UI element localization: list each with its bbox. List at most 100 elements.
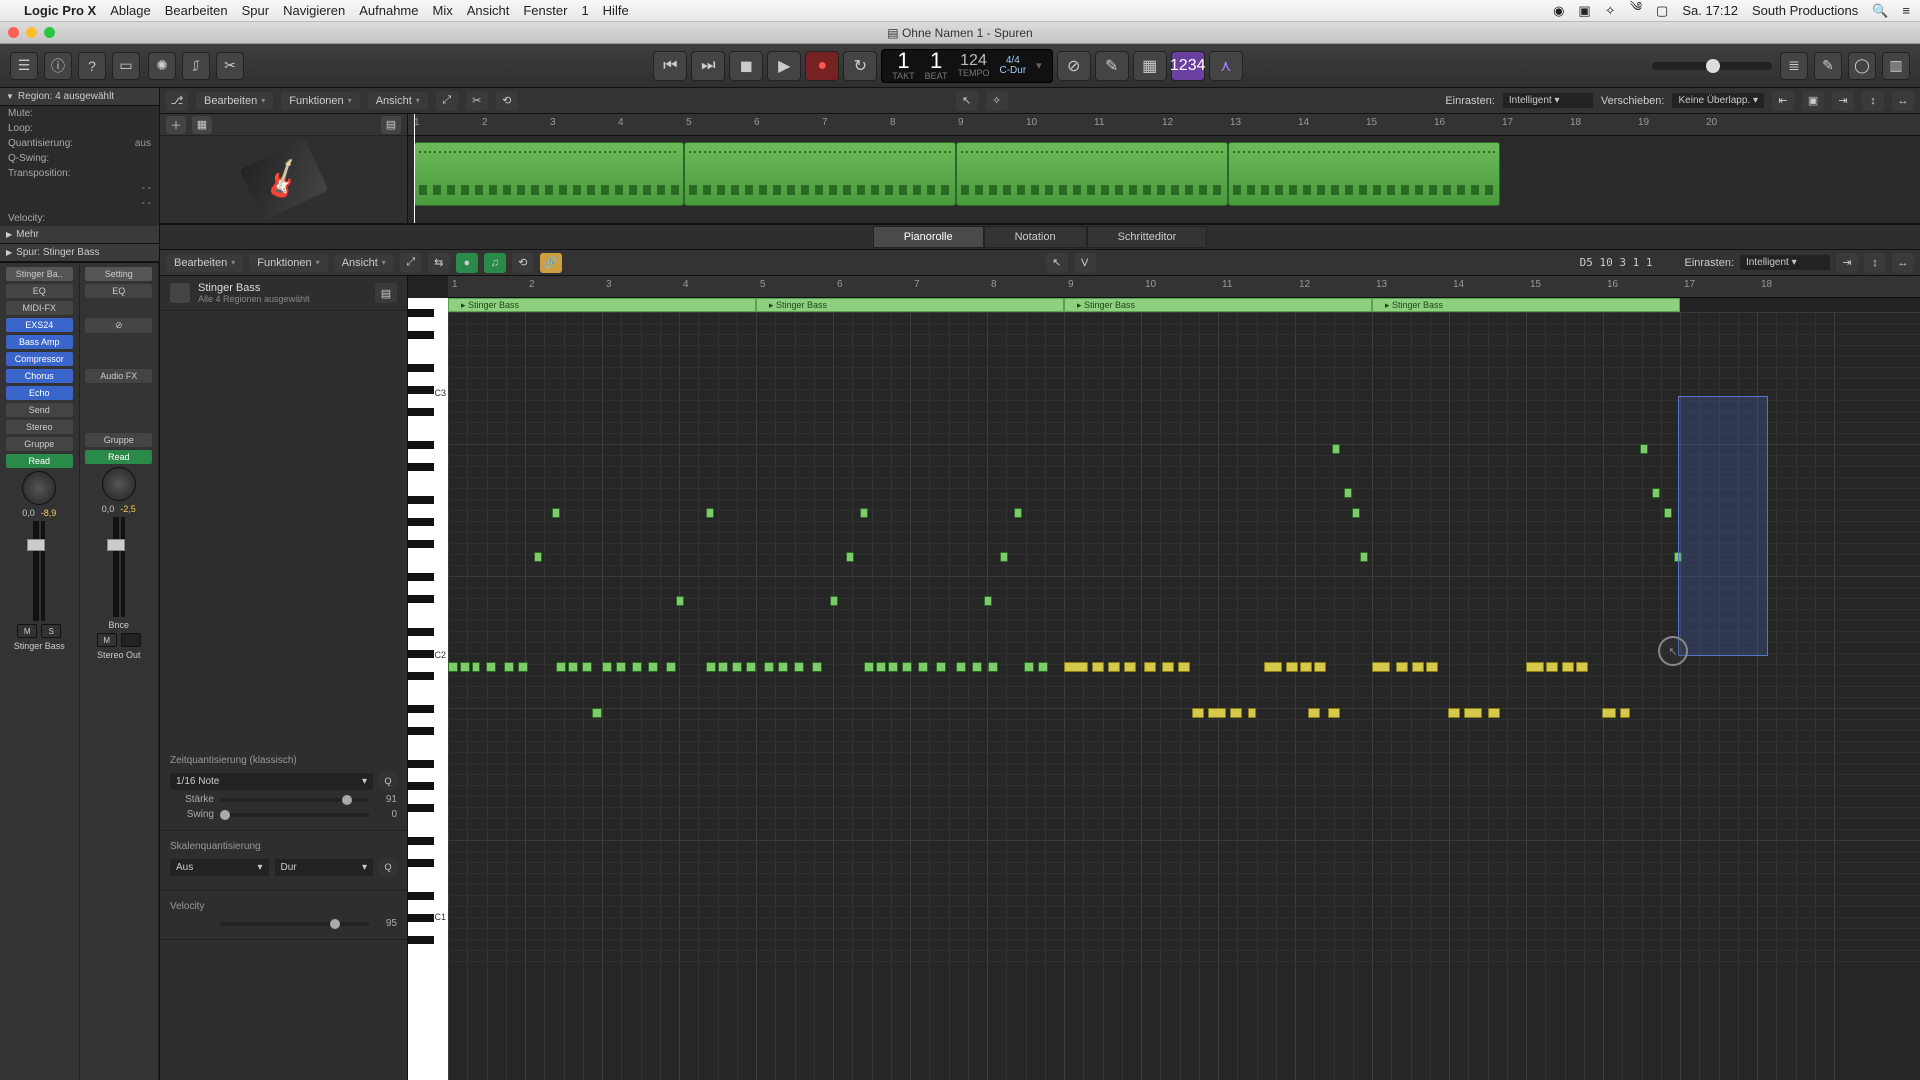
pr-link-button[interactable]: 🔗 xyxy=(540,253,562,273)
midi-note[interactable] xyxy=(1652,488,1660,498)
midi-note[interactable] xyxy=(732,662,742,672)
ch-group[interactable]: Gruppe xyxy=(6,437,73,451)
spotlight-icon[interactable]: 🔍 xyxy=(1872,3,1888,19)
midi-note[interactable] xyxy=(936,662,946,672)
menu-ablage[interactable]: Ablage xyxy=(110,3,150,18)
pr-btn-a[interactable]: ⇥ xyxy=(1836,253,1858,273)
midi-note[interactable] xyxy=(1038,662,1048,672)
menu-ansicht[interactable]: Ansicht xyxy=(467,3,510,18)
app-menu[interactable]: Logic Pro X xyxy=(24,3,96,18)
pianoroll-grid[interactable]: C3C2C1 123456789101112131415161718 ▸ Sti… xyxy=(408,276,1920,1080)
midi-note[interactable] xyxy=(864,662,874,672)
midi-note[interactable] xyxy=(1014,508,1022,518)
out-link[interactable]: ⊘ xyxy=(85,318,152,333)
duplicate-track-button[interactable]: ▦ xyxy=(192,116,212,134)
arr-edit-menu[interactable]: Bearbeiten xyxy=(196,92,273,110)
midi-note[interactable] xyxy=(778,662,788,672)
ch-auto[interactable]: Read xyxy=(6,454,73,468)
list-editors-button[interactable]: ≣ xyxy=(1780,52,1808,80)
status-user[interactable]: South Productions xyxy=(1752,3,1858,18)
midi-note[interactable] xyxy=(1208,708,1226,718)
midi-note[interactable] xyxy=(1352,508,1360,518)
arr-zoom-h[interactable]: ↔ xyxy=(1892,91,1914,111)
arr-btn-b[interactable]: ▣ xyxy=(1802,91,1824,111)
master-volume-slider[interactable] xyxy=(1652,62,1772,70)
ch-fader[interactable] xyxy=(33,521,39,621)
pr-btn-2[interactable]: ⇆ xyxy=(428,253,450,273)
menu-aufnahme[interactable]: Aufnahme xyxy=(359,3,418,18)
lcd-bar[interactable]: 1 xyxy=(897,50,909,72)
out-auto[interactable]: Read xyxy=(85,450,152,464)
ch-setting[interactable]: Stinger Ba.. xyxy=(6,267,73,281)
out-bnce[interactable]: Bnce xyxy=(108,620,129,630)
pr-func-menu[interactable]: Funktionen xyxy=(249,254,327,272)
out-fader[interactable] xyxy=(113,517,119,617)
arr-tool-3[interactable]: ⟲ xyxy=(496,91,518,111)
region-inspector-header[interactable]: ▼Region: 4 ausgewählt xyxy=(0,88,159,106)
pr-zoom-h[interactable]: ↔ xyxy=(1892,253,1914,273)
midi-note[interactable] xyxy=(1640,444,1648,454)
midi-note[interactable] xyxy=(1064,662,1088,672)
midi-note[interactable] xyxy=(486,662,496,672)
arrange-region[interactable] xyxy=(684,142,956,206)
insp-loop[interactable]: Loop: xyxy=(0,121,159,136)
autopunch-button[interactable]: ✎ xyxy=(1095,51,1129,81)
midi-note[interactable] xyxy=(846,552,854,562)
zoom-window-button[interactable] xyxy=(44,27,55,38)
ch-eq[interactable]: EQ xyxy=(6,284,73,298)
status-airplay-icon[interactable]: ▢ xyxy=(1656,3,1668,19)
pr-view-menu[interactable]: Ansicht xyxy=(334,254,394,272)
rewind-button[interactable]: ⏮ xyxy=(653,51,687,81)
midi-note[interactable] xyxy=(746,662,756,672)
midi-note[interactable] xyxy=(1562,662,1574,672)
browser-button[interactable]: ▥ xyxy=(1882,52,1910,80)
mixer-button[interactable]: ⎎ xyxy=(182,52,210,80)
stop-button[interactable]: ◼ xyxy=(729,51,763,81)
midi-note[interactable] xyxy=(888,662,898,672)
menu-fenster[interactable]: Fenster xyxy=(523,3,567,18)
midi-note[interactable] xyxy=(794,662,804,672)
menu-hilfe[interactable]: Hilfe xyxy=(603,3,629,18)
lcd-key[interactable]: C-Dur xyxy=(1000,66,1027,76)
midi-note[interactable] xyxy=(568,662,578,672)
menu-spur[interactable]: Spur xyxy=(242,3,269,18)
add-track-button[interactable]: ＋ xyxy=(166,116,186,134)
midi-note[interactable] xyxy=(812,662,822,672)
midi-note[interactable] xyxy=(1144,662,1156,672)
tab-pianoroll[interactable]: Pianorolle xyxy=(873,226,984,248)
midi-note[interactable] xyxy=(534,552,542,562)
midi-note[interactable] xyxy=(1192,708,1204,718)
midi-note[interactable] xyxy=(1300,662,1312,672)
quickhelp-button[interactable]: ? xyxy=(78,52,106,80)
arr-zoom-v[interactable]: ↕ xyxy=(1862,91,1884,111)
ch-instrument[interactable]: EXS24 xyxy=(6,318,73,332)
arr-tool-1[interactable]: ⤢ xyxy=(436,91,458,111)
pr-snap-select[interactable]: Intelligent ▾ xyxy=(1740,255,1830,270)
midi-note[interactable] xyxy=(1162,662,1174,672)
midi-note[interactable] xyxy=(830,596,838,606)
out-group[interactable]: Gruppe xyxy=(85,433,152,447)
region-header[interactable]: ▸ Stinger Bass xyxy=(1372,298,1680,312)
scale-root-select[interactable]: Aus▾ xyxy=(170,859,269,876)
status-sync-icon[interactable]: ◉ xyxy=(1553,3,1564,19)
insp-transp[interactable]: Transposition: xyxy=(0,166,159,181)
midi-note[interactable] xyxy=(460,662,470,672)
traffic-lights[interactable] xyxy=(8,27,55,38)
midi-note[interactable] xyxy=(1332,444,1340,454)
midi-note[interactable] xyxy=(1264,662,1282,672)
midi-note[interactable] xyxy=(956,662,966,672)
insp-quant[interactable]: Quantisierung:aus xyxy=(0,136,159,151)
ch-fx-2[interactable]: Chorus xyxy=(6,369,73,383)
midi-note[interactable] xyxy=(666,662,676,672)
midi-note[interactable] xyxy=(1286,662,1298,672)
menu-extras-icon[interactable]: ≡ xyxy=(1902,3,1910,18)
midi-note[interactable] xyxy=(552,508,560,518)
replace-button[interactable]: ⊘ xyxy=(1057,51,1091,81)
status-clock[interactable]: Sa. 17:12 xyxy=(1682,3,1738,18)
lcd-display[interactable]: 1TAKT 1BEAT 124TEMPO 4/4C-Dur ▾ xyxy=(881,49,1052,83)
region-header[interactable]: ▸ Stinger Bass xyxy=(1064,298,1372,312)
arr-snap-select[interactable]: Intelligent ▾ xyxy=(1503,93,1593,108)
midi-note[interactable] xyxy=(556,662,566,672)
region-header[interactable]: ▸ Stinger Bass xyxy=(448,298,756,312)
midi-note[interactable] xyxy=(1464,708,1482,718)
